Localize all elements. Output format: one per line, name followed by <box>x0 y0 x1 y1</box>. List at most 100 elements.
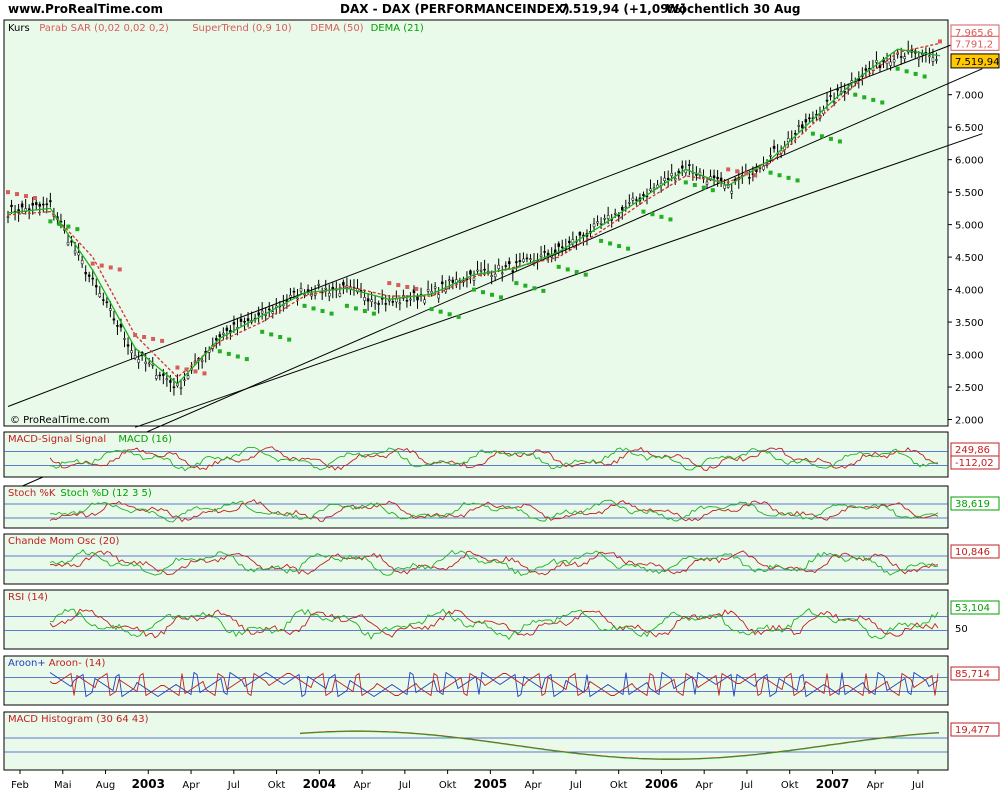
panel-marker-macd-0: 249,86 <box>955 445 990 456</box>
sar-dot-3-1 <box>142 335 147 340</box>
candle-body-102 <box>366 298 370 302</box>
price-tick-label-5: 4.500 <box>955 253 984 264</box>
candle-body-75 <box>271 311 275 314</box>
candle-body-210 <box>748 177 751 179</box>
price-tick-label-4: 5.000 <box>955 221 984 232</box>
candle-body-59 <box>215 338 218 341</box>
sar-dot-13-3 <box>583 272 588 277</box>
candle-body-134 <box>479 269 483 272</box>
x-tick-label-3: 2003 <box>132 777 165 791</box>
candle-body-62 <box>225 327 229 331</box>
candle-body-26 <box>98 293 102 298</box>
candle-body-243 <box>864 68 868 71</box>
sar-dot-0-2 <box>24 194 28 199</box>
candle-body-132 <box>472 277 476 281</box>
sar-dot-17-0 <box>726 167 731 172</box>
candle-body-148 <box>529 258 532 260</box>
sar-dot-17-2 <box>744 171 749 176</box>
candle-body-111 <box>398 302 402 305</box>
sar-dot-0-3 <box>33 195 37 200</box>
candle-body-17 <box>66 242 70 246</box>
candle-body-25 <box>95 285 98 288</box>
candle-body-143 <box>511 270 515 273</box>
sar-dot-9-2 <box>405 284 410 289</box>
candle-body-85 <box>306 289 310 291</box>
x-tick-label-20: Apr <box>867 780 885 791</box>
candle-body-234 <box>832 101 836 103</box>
sar-dot-9-3 <box>414 286 419 291</box>
x-tick-label-11: 2005 <box>474 777 507 791</box>
sar-dot-5-1 <box>226 351 231 356</box>
sar-dot-22-0 <box>938 39 942 44</box>
candle-body-21 <box>80 260 84 265</box>
candle-body-20 <box>77 252 80 256</box>
candle-body-119 <box>426 289 430 292</box>
sar-dot-2-2 <box>108 265 113 270</box>
sar-dot-18-0 <box>768 170 773 175</box>
panel-legend-rsi-0: RSI (14) <box>8 592 48 603</box>
candle-body-55 <box>200 359 204 362</box>
panel-legend-stoch-0: Stoch %K <box>8 488 56 499</box>
sar-dot-10-3 <box>456 314 461 319</box>
panel-marker-hist-0: 19,477 <box>955 725 990 736</box>
sar-dot-11-3 <box>499 295 503 300</box>
candle-body-104 <box>373 302 377 304</box>
candle-body-239 <box>850 80 853 83</box>
price-tick-label-2: 6.000 <box>955 156 984 167</box>
sar-dot-18-1 <box>777 173 782 178</box>
candle-body-44 <box>162 373 165 376</box>
candle-body-84 <box>303 293 306 296</box>
candle-body-167 <box>596 221 599 224</box>
candle-body-61 <box>222 332 225 335</box>
x-tick-label-1: Mai <box>54 780 72 791</box>
sar-dot-10-0 <box>429 307 434 312</box>
candle-body-116 <box>416 296 419 301</box>
sar-dot-7-1 <box>311 306 316 311</box>
candle-body-107 <box>384 303 387 305</box>
x-tick-label-10: Okt <box>439 780 457 791</box>
sar-dot-9-0 <box>387 281 392 286</box>
x-tick-label-0: Feb <box>11 780 29 791</box>
candle-body-46 <box>169 380 172 383</box>
candle-body-39 <box>144 361 147 364</box>
sar-dot-4-1 <box>184 367 189 372</box>
candle-body-64 <box>232 322 236 325</box>
candle-body-81 <box>292 290 296 293</box>
sar-dot-1-2 <box>66 224 71 229</box>
candle-body-200 <box>712 175 716 179</box>
candle-body-263 <box>935 59 938 61</box>
sar-dot-5-0 <box>217 349 222 354</box>
x-tick-label-8: Apr <box>353 780 371 791</box>
x-tick-label-6: Okt <box>268 780 286 791</box>
candle-body-40 <box>147 362 151 365</box>
sar-dot-18-2 <box>786 175 791 180</box>
candle-body-240 <box>854 81 857 84</box>
sar-dot-12-0 <box>514 281 519 286</box>
candle-body-126 <box>451 279 455 283</box>
candle-body-29 <box>109 308 112 311</box>
sar-dot-20-3 <box>880 100 885 105</box>
candle-body-183 <box>652 187 656 190</box>
candle-body-60 <box>218 334 222 338</box>
panel-legend-hist-0: MACD Histogram (30 64 43) <box>8 714 149 725</box>
candle-body-250 <box>889 61 892 66</box>
candle-body-258 <box>917 57 921 60</box>
candle-body-253 <box>899 56 903 58</box>
candle-body-133 <box>476 269 479 272</box>
x-tick-label-9: Jul <box>398 780 411 791</box>
sar-dot-12-3 <box>541 288 546 293</box>
panel-legend-macd-1: MACD (16) <box>118 434 172 445</box>
sar-dot-7-2 <box>320 309 325 314</box>
candle-body-217 <box>772 145 776 149</box>
candle-body-4 <box>20 203 24 208</box>
candle-body-68 <box>246 318 250 321</box>
price-marker-1: 7.791,2 <box>955 39 993 50</box>
x-tick-label-15: 2006 <box>645 777 678 791</box>
sar-dot-8-0 <box>344 303 349 308</box>
sar-dot-19-1 <box>819 134 824 139</box>
panel-marker-stoch-0: 38,619 <box>955 499 990 510</box>
sar-dot-8-3 <box>371 311 376 316</box>
candle-body-95 <box>342 282 345 286</box>
candle-body-154 <box>550 255 553 258</box>
sar-dot-6-2 <box>278 335 283 340</box>
